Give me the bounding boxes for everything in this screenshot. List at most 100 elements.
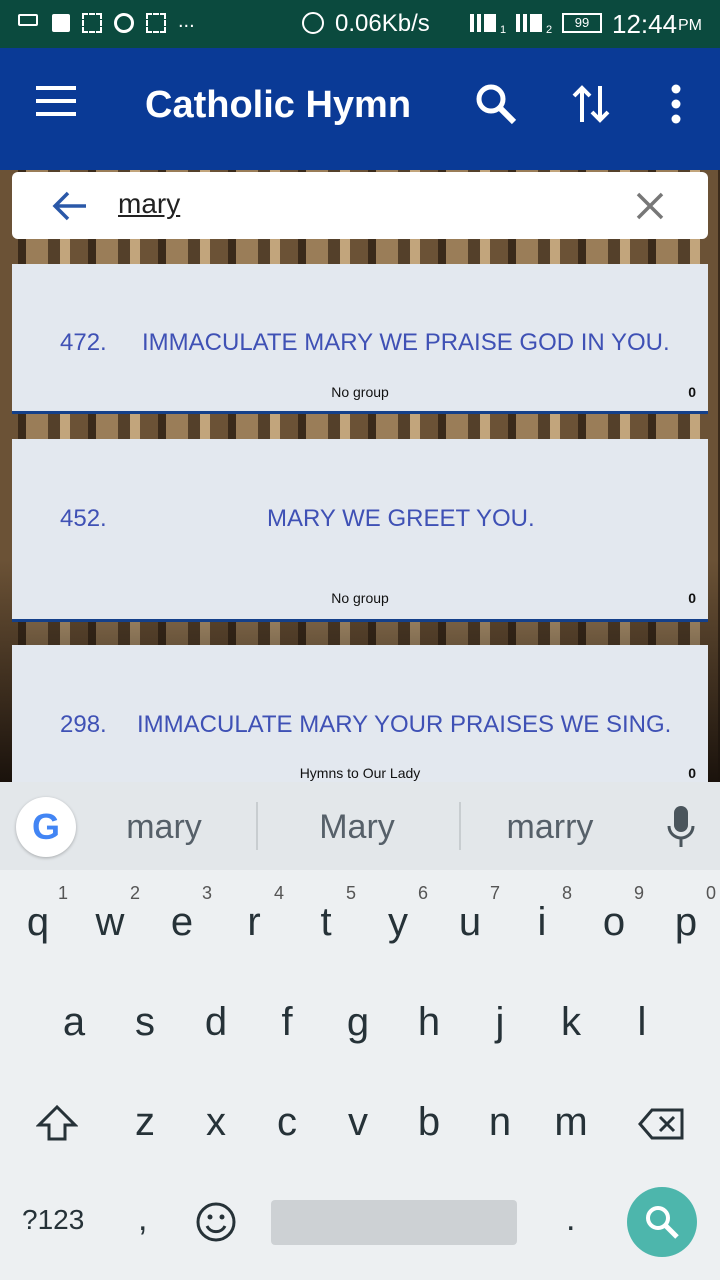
key-label: j	[495, 1000, 505, 1044]
key[interactable]: y6	[362, 872, 434, 972]
hymn-title: IMMACULATE MARY WE PRAISE GOD IN YOU.	[142, 329, 670, 356]
key[interactable]: u7	[434, 872, 506, 972]
clock-ampm: PM	[678, 17, 702, 34]
key[interactable]: k	[535, 972, 607, 1072]
symbols-key[interactable]: ?123	[22, 1204, 84, 1236]
sim1-label: 1	[500, 24, 507, 36]
key[interactable]: e3	[146, 872, 218, 972]
search-icon[interactable]	[474, 82, 518, 126]
key[interactable]: v	[322, 1072, 394, 1172]
hymn-group: No group	[331, 384, 389, 400]
key-label: k	[561, 1000, 581, 1044]
key-hint: 0	[705, 883, 716, 903]
key-hint: 2	[129, 883, 140, 903]
period-key[interactable]: .	[566, 1200, 575, 1239]
key[interactable]: t5	[290, 872, 362, 972]
key-hint: 4	[273, 883, 284, 903]
key-label: o	[602, 900, 626, 944]
key-label: t	[320, 900, 332, 944]
key[interactable]: c	[251, 1072, 323, 1172]
status-bar: ... 0.06Kb/s 1 2 99 12:44 PM	[0, 0, 720, 48]
back-arrow-icon[interactable]	[52, 190, 88, 222]
key[interactable]: j	[464, 972, 536, 1072]
clock: 12:44	[612, 9, 678, 39]
key-label: f	[281, 1000, 293, 1044]
app-icon	[82, 13, 102, 33]
key[interactable]: h	[393, 972, 465, 1072]
more-notifications: ...	[178, 10, 195, 32]
app-icon	[146, 13, 166, 33]
search-key[interactable]	[627, 1187, 697, 1257]
shift-icon[interactable]	[36, 1104, 78, 1142]
key[interactable]: g	[322, 972, 394, 1072]
key[interactable]: i8	[506, 872, 578, 972]
key[interactable]: p0	[650, 872, 720, 972]
key[interactable]: z	[109, 1072, 181, 1172]
key-hint: 5	[345, 883, 356, 903]
key-label: c	[277, 1100, 297, 1144]
menu-icon[interactable]	[36, 86, 76, 116]
suggestion[interactable]: marry	[470, 808, 630, 847]
key[interactable]: m	[535, 1072, 607, 1172]
hymn-list-item[interactable]: 452. MARY WE GREET YOU. No group 0	[12, 439, 708, 622]
key-hint: 9	[633, 883, 644, 903]
key[interactable]: a	[38, 972, 110, 1072]
key-label: g	[346, 1000, 370, 1044]
key-label: q	[26, 900, 50, 944]
key[interactable]: r4	[218, 872, 290, 972]
hymn-count: 0	[688, 765, 696, 781]
key-label: n	[488, 1100, 512, 1144]
key[interactable]: x	[180, 1072, 252, 1172]
hymn-title: IMMACULATE MARY YOUR PRAISES WE SING.	[137, 711, 672, 738]
key-label: p	[674, 900, 698, 944]
key[interactable]: o9	[578, 872, 650, 972]
key-label: w	[95, 900, 125, 944]
hymn-number: 298.	[60, 711, 107, 738]
search-icon	[646, 1206, 679, 1239]
hymn-list-item[interactable]: 472. IMMACULATE MARY WE PRAISE GOD IN YO…	[12, 264, 708, 414]
key-label: u	[458, 900, 482, 944]
key-hint: 8	[561, 883, 572, 903]
key-label: e	[170, 900, 194, 944]
key-label: l	[637, 1000, 647, 1044]
key[interactable]: l	[606, 972, 678, 1072]
key-label: y	[388, 900, 408, 944]
google-icon[interactable]: G	[16, 797, 76, 857]
hymn-number: 472.	[60, 329, 107, 356]
comma-key[interactable]: ,	[138, 1200, 147, 1239]
key-label: d	[204, 1000, 228, 1044]
key-hint: 3	[201, 883, 212, 903]
hymn-list-item[interactable]: 298. IMMACULATE MARY YOUR PRAISES WE SIN…	[12, 645, 708, 782]
emoji-icon[interactable]	[195, 1201, 237, 1243]
net-speed: 0.06Kb/s	[335, 10, 430, 37]
key[interactable]: n	[464, 1072, 536, 1172]
backspace-icon[interactable]	[638, 1108, 684, 1140]
disc-icon	[114, 13, 134, 33]
sort-icon[interactable]	[570, 82, 614, 126]
key[interactable]: w2	[74, 872, 146, 972]
hymn-number: 452.	[60, 505, 107, 532]
hymn-group: No group	[331, 590, 389, 606]
key[interactable]: s	[109, 972, 181, 1072]
divider	[459, 802, 461, 850]
key-hint: 7	[489, 883, 500, 903]
clear-icon[interactable]	[636, 192, 664, 220]
signal-icon	[470, 14, 496, 32]
key[interactable]: f	[251, 972, 323, 1072]
space-key[interactable]	[271, 1200, 517, 1245]
search-input[interactable]: mary	[118, 188, 180, 220]
key[interactable]: b	[393, 1072, 465, 1172]
app-title: Catholic Hymn	[145, 84, 412, 126]
key-label: a	[62, 1000, 86, 1044]
more-vert-icon[interactable]	[664, 84, 688, 124]
hymn-count: 0	[688, 590, 696, 606]
microphone-icon[interactable]	[666, 806, 696, 848]
key-hint: 6	[417, 883, 428, 903]
image-icon	[52, 14, 70, 32]
suggestion[interactable]: mary	[84, 808, 244, 847]
key-label: r	[247, 900, 261, 944]
key[interactable]: q1	[2, 872, 74, 972]
key[interactable]: d	[180, 972, 252, 1072]
suggestion[interactable]: Mary	[277, 808, 437, 847]
signal-icon	[516, 14, 542, 32]
